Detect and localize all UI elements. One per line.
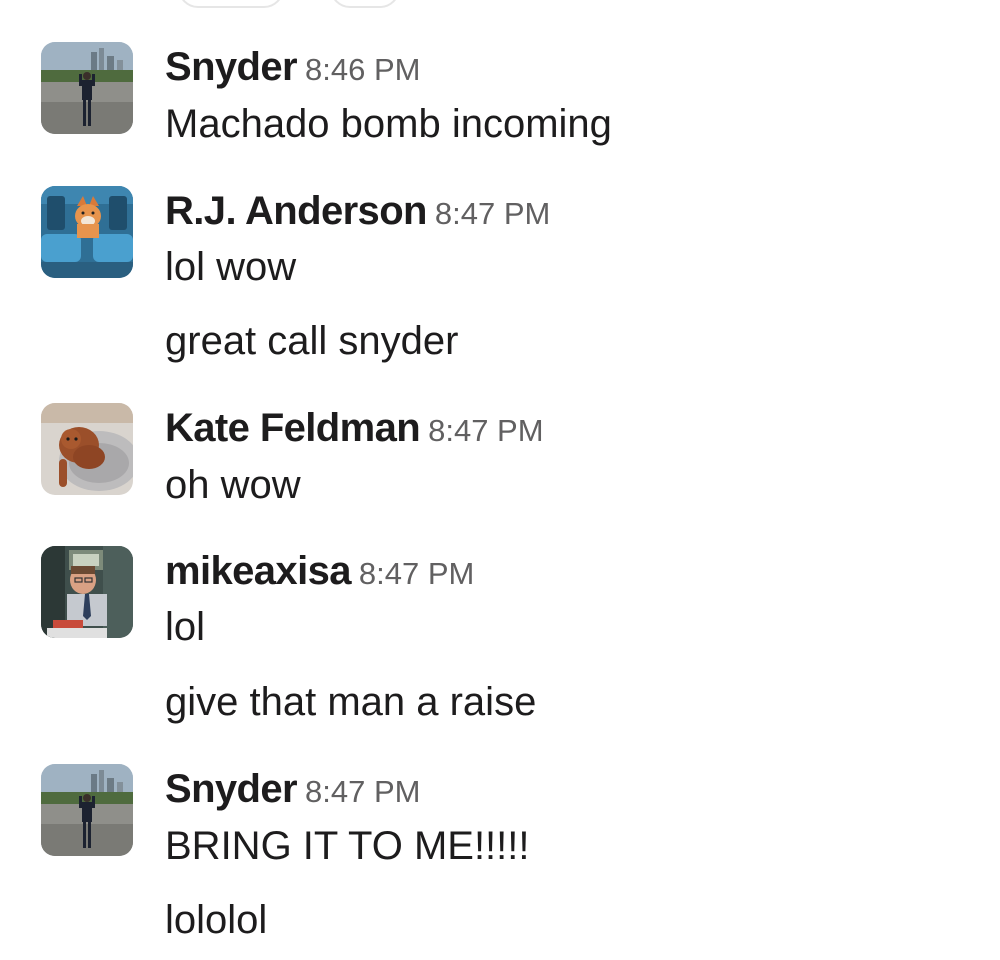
message-header: Snyder 8:47 PM bbox=[165, 764, 420, 814]
message-text: Machado bomb incoming bbox=[165, 102, 612, 146]
reaction-pill[interactable] bbox=[330, 0, 400, 8]
fox-in-seats-avatar-icon bbox=[41, 186, 133, 278]
timestamp[interactable]: 8:46 PM bbox=[305, 52, 420, 87]
timestamp[interactable]: 8:47 PM bbox=[435, 196, 550, 231]
avatar[interactable] bbox=[41, 764, 133, 856]
avatar[interactable] bbox=[41, 42, 133, 134]
avatar[interactable] bbox=[41, 403, 133, 495]
message-text: BRING IT TO ME!!!!! bbox=[165, 824, 530, 868]
message-text: oh wow bbox=[165, 463, 301, 507]
avatar[interactable] bbox=[41, 186, 133, 278]
dog-in-bed-avatar-icon bbox=[41, 403, 133, 495]
message-header: Snyder 8:46 PM bbox=[165, 42, 420, 92]
message-text: give that man a raise bbox=[165, 680, 537, 724]
message-text: lol bbox=[165, 605, 206, 649]
author-name[interactable]: R.J. Anderson bbox=[165, 189, 427, 233]
message-header: Kate Feldman 8:47 PM bbox=[165, 403, 544, 453]
message-list: Snyder 8:46 PM Machado bomb incoming R.J… bbox=[0, 0, 1000, 960]
timestamp[interactable]: 8:47 PM bbox=[359, 556, 474, 591]
author-name[interactable]: Snyder bbox=[165, 45, 298, 89]
reaction-pill[interactable] bbox=[178, 0, 284, 8]
author-name[interactable]: mikeaxisa bbox=[165, 549, 351, 593]
message-text: lol wow bbox=[165, 245, 297, 289]
author-name[interactable]: Snyder bbox=[165, 767, 298, 811]
office-man-avatar-icon bbox=[41, 546, 133, 638]
message-text: lololol bbox=[165, 898, 268, 942]
avatar[interactable] bbox=[41, 546, 133, 638]
timestamp[interactable]: 8:47 PM bbox=[305, 774, 420, 809]
stadium-city-avatar-icon bbox=[41, 764, 133, 856]
timestamp[interactable]: 8:47 PM bbox=[428, 413, 543, 448]
message-header: R.J. Anderson 8:47 PM bbox=[165, 186, 550, 236]
stadium-city-avatar-icon bbox=[41, 42, 133, 134]
author-name[interactable]: Kate Feldman bbox=[165, 406, 421, 450]
message-text: great call snyder bbox=[165, 319, 459, 363]
message-header: mikeaxisa 8:47 PM bbox=[165, 546, 474, 596]
